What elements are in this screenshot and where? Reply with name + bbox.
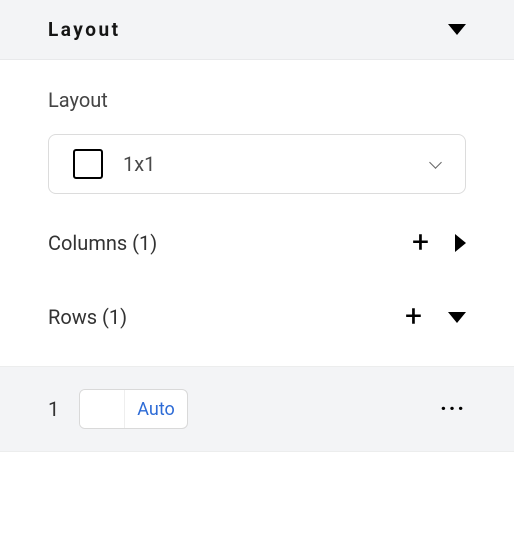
collapse-icon <box>448 24 466 35</box>
layout-section: Layout 1x1 <box>0 60 514 194</box>
columns-row: Columns (1) + <box>0 194 514 268</box>
rows-label: Rows (1) <box>48 305 127 329</box>
add-row-button[interactable]: + <box>405 302 422 332</box>
grid-1x1-icon <box>73 149 103 179</box>
add-column-button[interactable]: + <box>412 228 429 258</box>
layout-selected-value: 1x1 <box>123 152 155 176</box>
row-size-input[interactable]: Auto <box>79 389 188 429</box>
row-size-value[interactable] <box>80 390 124 428</box>
dropdown-content: 1x1 <box>73 149 155 179</box>
columns-controls: + <box>412 228 466 258</box>
row-index: 1 <box>48 397 59 421</box>
layout-label: Layout <box>48 88 466 112</box>
row-more-button[interactable]: ··· <box>440 397 466 422</box>
expand-rows-icon[interactable] <box>448 312 466 323</box>
row-size-mode[interactable]: Auto <box>124 390 187 428</box>
expand-columns-icon[interactable] <box>455 234 466 252</box>
panel-header[interactable]: Layout <box>0 0 514 60</box>
panel-title: Layout <box>48 18 121 41</box>
row-detail-left: 1 Auto <box>48 389 188 429</box>
rows-row: Rows (1) + <box>0 268 514 342</box>
chevron-down-icon <box>429 158 441 170</box>
row-detail: 1 Auto ··· <box>0 366 514 452</box>
columns-label: Columns (1) <box>48 231 157 255</box>
layout-dropdown[interactable]: 1x1 <box>48 134 466 194</box>
rows-controls: + <box>405 302 466 332</box>
